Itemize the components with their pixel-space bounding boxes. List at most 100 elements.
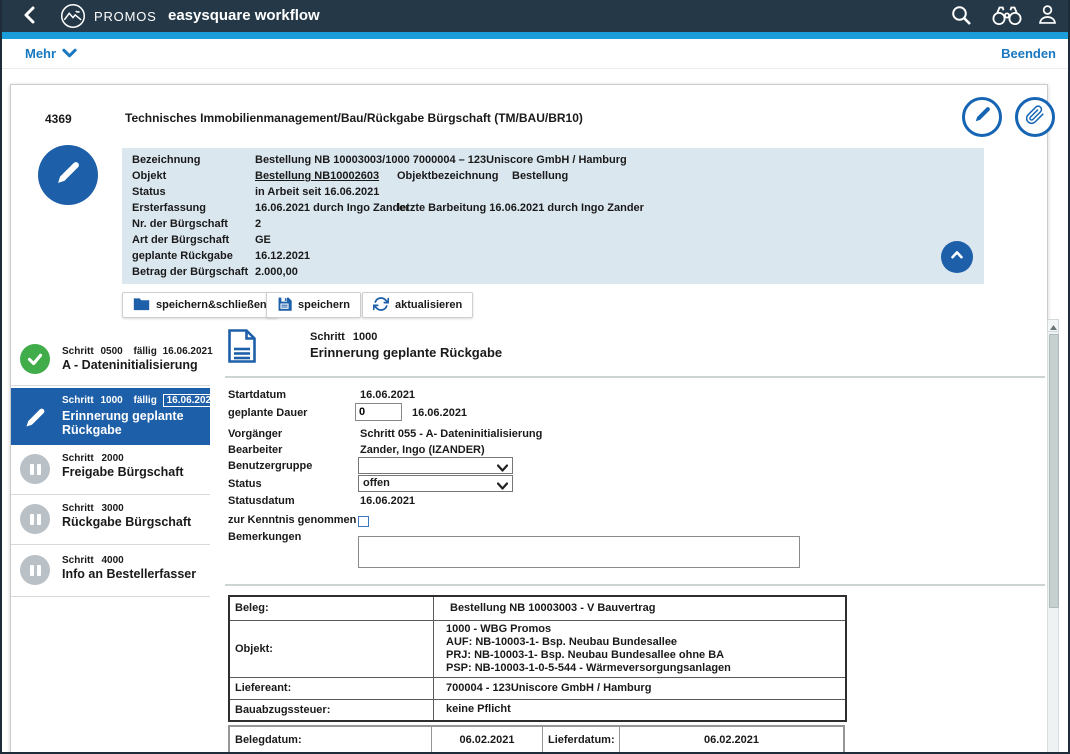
chevron-up-icon bbox=[948, 246, 966, 269]
back-button[interactable] bbox=[16, 4, 42, 30]
status-select[interactable]: offen bbox=[358, 475, 513, 492]
field-value: letzte Barbeitung 16.06.2021 durch Ingo … bbox=[397, 202, 644, 214]
accent-stripe bbox=[0, 32, 1070, 39]
step-item-1000-selected[interactable]: Schritt 1000 fällig 16.06.2021 Erinnerun… bbox=[11, 388, 210, 445]
table-row: Belegdatum: 06.02.2021 Lieferdatum: 06.0… bbox=[229, 726, 844, 753]
step-number: 0500 bbox=[100, 346, 122, 357]
table-row: Liefereant: 700004 - 123Uniscore GmbH / … bbox=[229, 677, 846, 699]
startdatum-value: 16.06.2021 bbox=[360, 389, 415, 401]
chevron-down-icon bbox=[497, 480, 508, 495]
edit-button[interactable] bbox=[962, 97, 1002, 137]
save-button[interactable]: speichern bbox=[266, 292, 361, 318]
collapse-panel-button[interactable] bbox=[941, 241, 973, 273]
refresh-button[interactable]: aktualisieren bbox=[362, 292, 473, 318]
lieferdatum-label: Lieferdatum: bbox=[543, 726, 620, 753]
bemerkungen-label: Bemerkungen bbox=[228, 531, 301, 543]
info-row-rueckgabe: geplante Rückgabe 16.12.2021 bbox=[122, 250, 982, 266]
brand-text: PROMOS bbox=[94, 9, 157, 24]
step-title: Erinnerung geplante Rückgabe bbox=[62, 410, 206, 437]
row-label: Liefereant: bbox=[229, 677, 434, 699]
refresh-label: aktualisieren bbox=[395, 299, 462, 311]
step-item-2000[interactable]: Schritt 2000 Freigabe Bürgschaft bbox=[11, 446, 210, 495]
step-number: 4000 bbox=[101, 555, 123, 566]
user-button[interactable] bbox=[1034, 4, 1060, 30]
app-title: easysquare workflow bbox=[168, 7, 320, 24]
field-label: Ersterfassung bbox=[132, 202, 206, 214]
more-menu[interactable]: Mehr bbox=[25, 46, 77, 61]
benutzergruppe-select[interactable] bbox=[358, 457, 513, 474]
field-value: 16.12.2021 bbox=[255, 250, 310, 262]
detail-title: Erinnerung geplante Rückgabe bbox=[310, 345, 502, 360]
more-label: Mehr bbox=[25, 46, 56, 61]
kenntnis-checkbox[interactable] bbox=[358, 516, 369, 527]
dauer-label: geplante Dauer bbox=[228, 407, 307, 419]
due-date: 16.06.2021 bbox=[163, 346, 213, 357]
due-date-badge: 16.06.2021 bbox=[163, 394, 221, 407]
folder-icon bbox=[133, 297, 150, 314]
task-status-avatar bbox=[38, 145, 98, 205]
step-title: Freigabe Bürgschaft bbox=[62, 466, 206, 480]
toolbar-divider bbox=[0, 68, 1070, 69]
table-row: Objekt: 1000 - WBG Promos AUF: NB-10003-… bbox=[229, 620, 846, 677]
step-pending-icon bbox=[20, 504, 50, 534]
step-meta: Schritt 3000 bbox=[62, 503, 124, 514]
end-link[interactable]: Beenden bbox=[1001, 46, 1056, 61]
lieferdatum-value: 06.02.2021 bbox=[620, 726, 845, 753]
step-number: 2000 bbox=[101, 453, 123, 464]
selected-value: offen bbox=[363, 477, 390, 489]
field-value: 2.000,00 bbox=[255, 266, 298, 278]
promos-logo-icon bbox=[60, 3, 86, 34]
table-row: Beleg: Bestellung NB 10003003 - V Bauver… bbox=[229, 596, 846, 620]
attachments-button[interactable] bbox=[1015, 97, 1055, 137]
binoculars-button[interactable] bbox=[990, 4, 1024, 30]
due-label: fällig bbox=[133, 346, 156, 357]
search-button[interactable] bbox=[948, 4, 974, 30]
window-edge-left bbox=[0, 0, 2, 754]
field-label: Nr. der Bürgschaft bbox=[132, 218, 228, 230]
titlebar: PROMOS easysquare workflow bbox=[0, 0, 1070, 32]
save-close-label: speichern&schließen bbox=[156, 299, 267, 311]
info-row-bezeichnung: Bezeichnung Bestellung NB 10003003/1000 … bbox=[122, 154, 982, 170]
info-row-nr: Nr. der Bürgschaft 2 bbox=[122, 218, 982, 234]
step-meta: Schritt 4000 bbox=[62, 555, 124, 566]
info-row-betrag: Betrag der Bürgschaft 2.000,00 bbox=[122, 266, 982, 282]
scrollbar-up-button[interactable] bbox=[1047, 319, 1059, 332]
step-item-0500[interactable]: Schritt 0500 fällig 16.06.2021 A - Daten… bbox=[11, 331, 210, 386]
section-divider bbox=[225, 584, 1045, 586]
row-label: Objekt: bbox=[229, 620, 434, 677]
save-close-button[interactable]: speichern&schließen bbox=[122, 292, 278, 318]
binoculars-icon bbox=[991, 3, 1023, 32]
step-meta: Schritt 2000 bbox=[62, 453, 124, 464]
task-id: 4369 bbox=[45, 112, 72, 126]
row-value: 1000 - WBG Promos AUF: NB-10003-1- Bsp. … bbox=[434, 620, 847, 677]
row-label: Beleg: bbox=[229, 596, 434, 620]
step-label: Schritt bbox=[62, 395, 94, 406]
step-meta: Schritt 0500 fällig 16.06.2021 bbox=[62, 346, 213, 357]
step-item-3000[interactable]: Schritt 3000 Rückgabe Bürgschaft bbox=[11, 496, 210, 545]
field-label: Status bbox=[132, 186, 166, 198]
dauer-input[interactable] bbox=[355, 403, 402, 421]
step-item-4000[interactable]: Schritt 4000 Info an Bestellerfasser bbox=[11, 546, 210, 597]
info-row-art: Art der Bürgschaft GE bbox=[122, 234, 982, 250]
statusdatum-label: Statusdatum bbox=[228, 495, 295, 507]
field-value: 2 bbox=[255, 218, 261, 230]
step-title: A - Dateninitialisierung bbox=[62, 359, 206, 373]
step-number: 3000 bbox=[101, 503, 123, 514]
search-icon bbox=[949, 3, 973, 32]
scrollbar-thumb[interactable] bbox=[1049, 334, 1059, 608]
step-pending-icon bbox=[20, 555, 50, 585]
table-row: Bauabzugssteuer: keine Pflicht bbox=[229, 699, 846, 721]
step-number: 1000 bbox=[353, 331, 377, 343]
app-window: PROMOS easysquare workflow Me bbox=[0, 0, 1070, 754]
step-meta: Schritt 1000 fällig 16.06.2021 bbox=[62, 394, 221, 407]
detail-divider bbox=[225, 376, 1045, 378]
detail-step-meta: Schritt 1000 bbox=[310, 331, 377, 343]
objekt-link[interactable]: Bestellung NB10002603 bbox=[255, 170, 379, 182]
bemerkungen-textarea[interactable] bbox=[358, 536, 800, 568]
save-disk-icon bbox=[277, 296, 292, 314]
triangle-up-icon bbox=[1050, 317, 1057, 335]
field-value: Bestellung NB 10003003/1000 7000004 – 12… bbox=[255, 154, 627, 166]
pen-icon bbox=[973, 105, 992, 129]
field-value: in Arbeit seit 16.06.2021 bbox=[255, 186, 379, 198]
field-value: GE bbox=[255, 234, 271, 246]
